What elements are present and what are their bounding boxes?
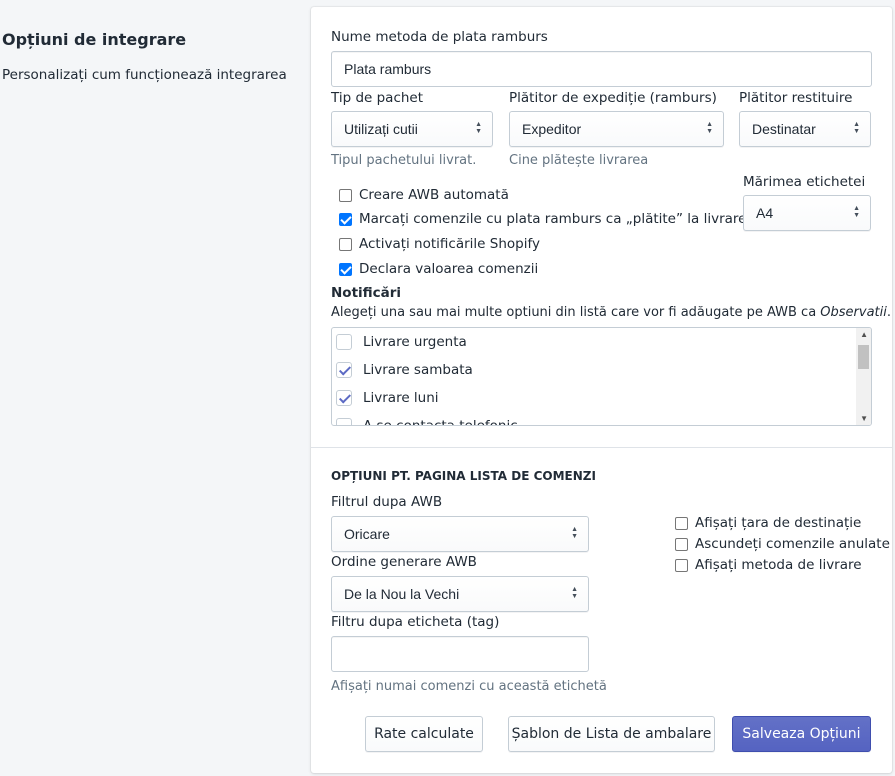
scroll-up-icon[interactable]: ▲: [860, 330, 868, 339]
option-label: Afișați țara de destinație: [695, 515, 862, 531]
checkbox[interactable]: [339, 188, 352, 202]
description-emphasis: Observatii: [820, 305, 887, 320]
list-item-label: Livrare luni: [363, 390, 439, 406]
package-type-label: Tip de pachet: [331, 90, 424, 106]
return-payer-label: Plătitor restituire: [739, 90, 853, 106]
description-text: Alegeți una sau mai multe optiuni din li…: [331, 305, 821, 320]
scrollbar-thumb[interactable]: [858, 345, 869, 369]
tag-filter-help: Afișați numai comenzi cu această etichet…: [331, 679, 607, 694]
option-declare-value[interactable]: Declara valoarea comenzii: [339, 261, 538, 277]
list-item-label: A se contacta telefonic: [363, 418, 518, 426]
chevron-updown-icon: ▲ ▼: [853, 205, 860, 220]
list-checkbox[interactable]: [336, 390, 352, 406]
option-label: Creare AWB automată: [359, 187, 509, 203]
shipping-payer-label: Plătitor de expediție (ramburs): [509, 90, 717, 106]
checkbox[interactable]: [675, 537, 688, 551]
option-label: Marcați comenzile cu plata ramburs ca „p…: [359, 211, 747, 227]
package-type-select[interactable]: Utilizați cutii ▲ ▼: [331, 111, 493, 147]
awb-order-value: De la Nou la Vechi: [344, 586, 460, 602]
return-payer-value: Destinatar: [752, 121, 816, 137]
awb-order-select[interactable]: De la Nou la Vechi ▲ ▼: [331, 576, 589, 612]
rates-button[interactable]: Rate calculate: [365, 716, 483, 752]
notifications-description: Alegeți una sau mai multe optiuni din li…: [331, 305, 891, 320]
awb-filter-label: Filtrul dupa AWB: [331, 494, 443, 510]
tag-filter-input[interactable]: [331, 636, 589, 672]
option-label: Declara valoarea comenzii: [359, 261, 539, 277]
package-type-help: Tipul pachetului livrat.: [331, 153, 477, 168]
label-size-label: Mărimea etichetei: [743, 174, 866, 190]
list-item[interactable]: Livrare luni: [332, 390, 439, 406]
awb-filter-select[interactable]: Oricare ▲ ▼: [331, 516, 589, 552]
shipping-payer-value: Expeditor: [522, 121, 582, 137]
awb-filter-value: Oricare: [344, 526, 390, 542]
scroll-down-icon[interactable]: ▼: [860, 414, 868, 423]
list-item-label: Livrare sambata: [363, 362, 473, 378]
chevron-updown-icon: ▲ ▼: [571, 526, 578, 541]
option-mark-paid[interactable]: Marcați comenzile cu plata ramburs ca „p…: [339, 211, 746, 227]
checkbox[interactable]: [339, 262, 352, 276]
chevron-updown-icon: ▲ ▼: [475, 121, 482, 136]
list-checkbox[interactable]: [336, 418, 352, 425]
chevron-updown-icon: ▲ ▼: [853, 121, 860, 136]
notifications-list[interactable]: Livrare urgenta Livrare sambata Livrare …: [331, 327, 872, 426]
orders-section-title: OPȚIUNI PT. PAGINA LISTA DE COMENZI: [331, 469, 596, 483]
checkbox[interactable]: [675, 558, 688, 572]
section-title: Opțiuni de integrare: [2, 30, 187, 49]
option-label: Activați notificările Shopify: [359, 236, 540, 252]
tag-filter-label: Filtru dupa eticheta (tag): [331, 614, 500, 630]
option-auto-awb[interactable]: Creare AWB automată: [339, 187, 509, 203]
scrollbar[interactable]: ▲ ▼: [856, 328, 871, 425]
option-label: Ascundeți comenzile anulate: [695, 536, 890, 552]
awb-order-label: Ordine generare AWB: [331, 554, 477, 570]
section-description: Personalizați cum funcționează integrare…: [2, 67, 287, 83]
shipping-payer-help: Cine plătește livrarea: [509, 153, 649, 168]
checkbox[interactable]: [339, 237, 352, 251]
chevron-updown-icon: ▲ ▼: [706, 121, 713, 136]
option-shopify-notifications[interactable]: Activați notificările Shopify: [339, 236, 540, 252]
packing-template-button[interactable]: Șablon de Lista de ambalare: [508, 716, 715, 752]
chevron-updown-icon: ▲ ▼: [571, 586, 578, 601]
save-button[interactable]: Salveaza Opțiuni: [732, 716, 871, 752]
notifications-title: Notificări: [331, 285, 402, 301]
label-size-select[interactable]: A4 ▲ ▼: [743, 195, 871, 231]
divider: [311, 447, 892, 448]
list-item-label: Livrare urgenta: [363, 334, 467, 350]
description-suffix: .: [886, 305, 892, 320]
list-checkbox[interactable]: [336, 334, 352, 350]
label-size-value: A4: [756, 205, 774, 221]
option-hide-cancelled[interactable]: Ascundeți comenzile anulate: [675, 536, 890, 552]
settings-card: Nume metoda de plata ramburs Plata rambu…: [311, 7, 892, 773]
return-payer-select[interactable]: Destinatar ▲ ▼: [739, 111, 871, 147]
list-item[interactable]: A se contacta telefonic: [332, 418, 518, 426]
list-checkbox[interactable]: [336, 362, 352, 378]
option-show-country[interactable]: Afișați țara de destinație: [675, 515, 861, 531]
option-label: Afișați metoda de livrare: [695, 557, 862, 573]
list-item[interactable]: Livrare urgenta: [332, 334, 467, 350]
option-show-shipping-method[interactable]: Afișați metoda de livrare: [675, 557, 862, 573]
list-item[interactable]: Livrare sambata: [332, 362, 473, 378]
cod-method-input[interactable]: Plata ramburs: [331, 51, 872, 87]
checkbox[interactable]: [339, 212, 352, 226]
cod-method-label: Nume metoda de plata ramburs: [331, 29, 548, 45]
package-type-value: Utilizați cutii: [344, 121, 418, 137]
shipping-payer-select[interactable]: Expeditor ▲ ▼: [509, 111, 724, 147]
sidebar-section: Opțiuni de integrare Personalizați cum f…: [2, 30, 302, 83]
checkbox[interactable]: [675, 516, 688, 530]
